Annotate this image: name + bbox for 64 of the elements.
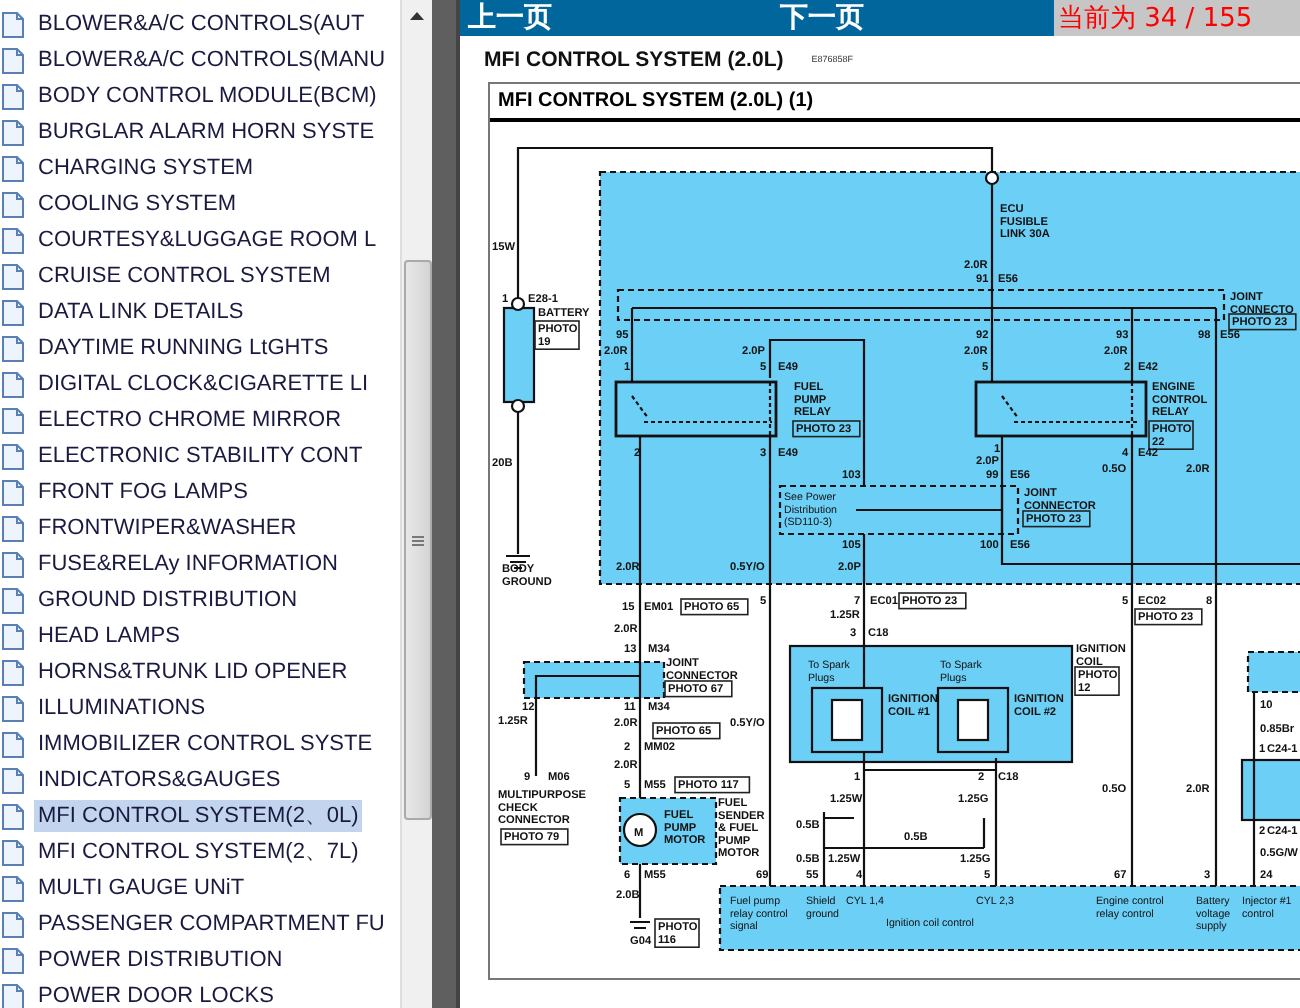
- document-icon: [2, 695, 24, 721]
- sidebar-item[interactable]: MFI CONTROL SYSTEM(2、7L): [34, 836, 363, 868]
- sidebar-item[interactable]: DATA LINK DETAILS: [34, 296, 248, 328]
- document-icon: [2, 191, 24, 217]
- sidebar-item[interactable]: FUSE&RELAy INFORMATION: [34, 548, 342, 580]
- sidebar-item[interactable]: HORNS&TRUNK LID OPENER: [34, 656, 352, 688]
- sidebar-item[interactable]: POWER DOOR LOCKS: [34, 980, 278, 1008]
- sidebar-item[interactable]: HEAD LAMPS: [34, 620, 184, 652]
- previous-page-button[interactable]: 上一页: [460, 0, 772, 36]
- sidebar-item[interactable]: MFI CONTROL SYSTEM(2、0L): [34, 800, 363, 832]
- document-icon: [2, 911, 24, 937]
- document-icon: [2, 371, 24, 397]
- scrollbar[interactable]: [400, 0, 432, 1008]
- sidebar-item[interactable]: DAYTIME RUNNING LtGHTS: [34, 332, 333, 364]
- document-icon: [2, 983, 24, 1008]
- sidebar-item[interactable]: COOLING SYSTEM: [34, 188, 241, 220]
- document-icon: [2, 731, 24, 757]
- document-icon: [2, 839, 24, 865]
- document-icon: [2, 47, 24, 73]
- document-icon: [2, 227, 24, 253]
- sidebar-item[interactable]: FRONTWIPER&WASHER: [34, 512, 301, 544]
- sidebar-item[interactable]: COURTESY&LUGGAGE ROOM L: [34, 224, 381, 256]
- document-icon: [2, 479, 24, 505]
- sidebar-item[interactable]: POWER DISTRIBUTION: [34, 944, 287, 976]
- document-icon: [2, 623, 24, 649]
- document-icon: [2, 299, 24, 325]
- document-title: MFI CONTROL SYSTEM (2.0L): [484, 47, 784, 71]
- sidebar-item[interactable]: PASSENGER COMPARTMENT FU: [34, 908, 389, 940]
- document-icon: [2, 11, 24, 37]
- sidebar-item[interactable]: INDICATORS&GAUGES: [34, 764, 285, 796]
- next-page-button[interactable]: 下一页: [772, 0, 864, 36]
- document-icon: [2, 155, 24, 181]
- sidebar-item[interactable]: CRUISE CONTROL SYSTEM: [34, 260, 335, 292]
- up-arrow-icon: [410, 11, 425, 19]
- document-icon: [2, 947, 24, 973]
- sidebar-item[interactable]: ELECTRO CHROME MIRROR: [34, 404, 346, 436]
- sidebar-item[interactable]: GROUND DISTRIBUTION: [34, 584, 302, 616]
- page-indicator: 当前为 34 / 155: [1054, 0, 1300, 36]
- document-icon: [2, 443, 24, 469]
- sidebar-item[interactable]: BURGLAR ALARM HORN SYSTE: [34, 116, 379, 148]
- sidebar-item[interactable]: BLOWER&A/C CONTROLS(MANU: [34, 44, 390, 76]
- sidebar-item[interactable]: BLOWER&A/C CONTROLS(AUT: [34, 8, 369, 40]
- diagram-title: MFI CONTROL SYSTEM (2.0L) (1): [496, 90, 814, 112]
- document-icon: [2, 587, 24, 613]
- document-icon: [2, 335, 24, 361]
- document-icon: [2, 803, 24, 829]
- sidebar-item[interactable]: FRONT FOG LAMPS: [34, 476, 252, 508]
- sidebar-item[interactable]: CHARGING SYSTEM: [34, 152, 258, 184]
- scrollbar-thumb[interactable]: [404, 260, 433, 820]
- sidebar-item[interactable]: ILLUMINATIONS: [34, 692, 210, 724]
- document-icon: [2, 407, 24, 433]
- document-icon: [2, 659, 24, 685]
- document-icon: [2, 551, 24, 577]
- sidebar-item[interactable]: DIGITAL CLOCK&CIGARETTE LI: [34, 368, 373, 400]
- sidebar-item[interactable]: IMMOBILIZER CONTROL SYSTE: [34, 728, 377, 760]
- document-icon: [2, 119, 24, 145]
- sidebar-item[interactable]: MULTI GAUGE UNiT: [34, 872, 249, 904]
- document-icon: [2, 767, 24, 793]
- document-icon: [2, 83, 24, 109]
- sidebar-item[interactable]: BODY CONTROL MODULE(BCM): [34, 80, 381, 112]
- sidebar-item[interactable]: ELECTRONIC STABILITY CONT: [34, 440, 367, 472]
- document-icon: [2, 515, 24, 541]
- document-icon: [2, 875, 24, 901]
- document-icon: [2, 263, 24, 289]
